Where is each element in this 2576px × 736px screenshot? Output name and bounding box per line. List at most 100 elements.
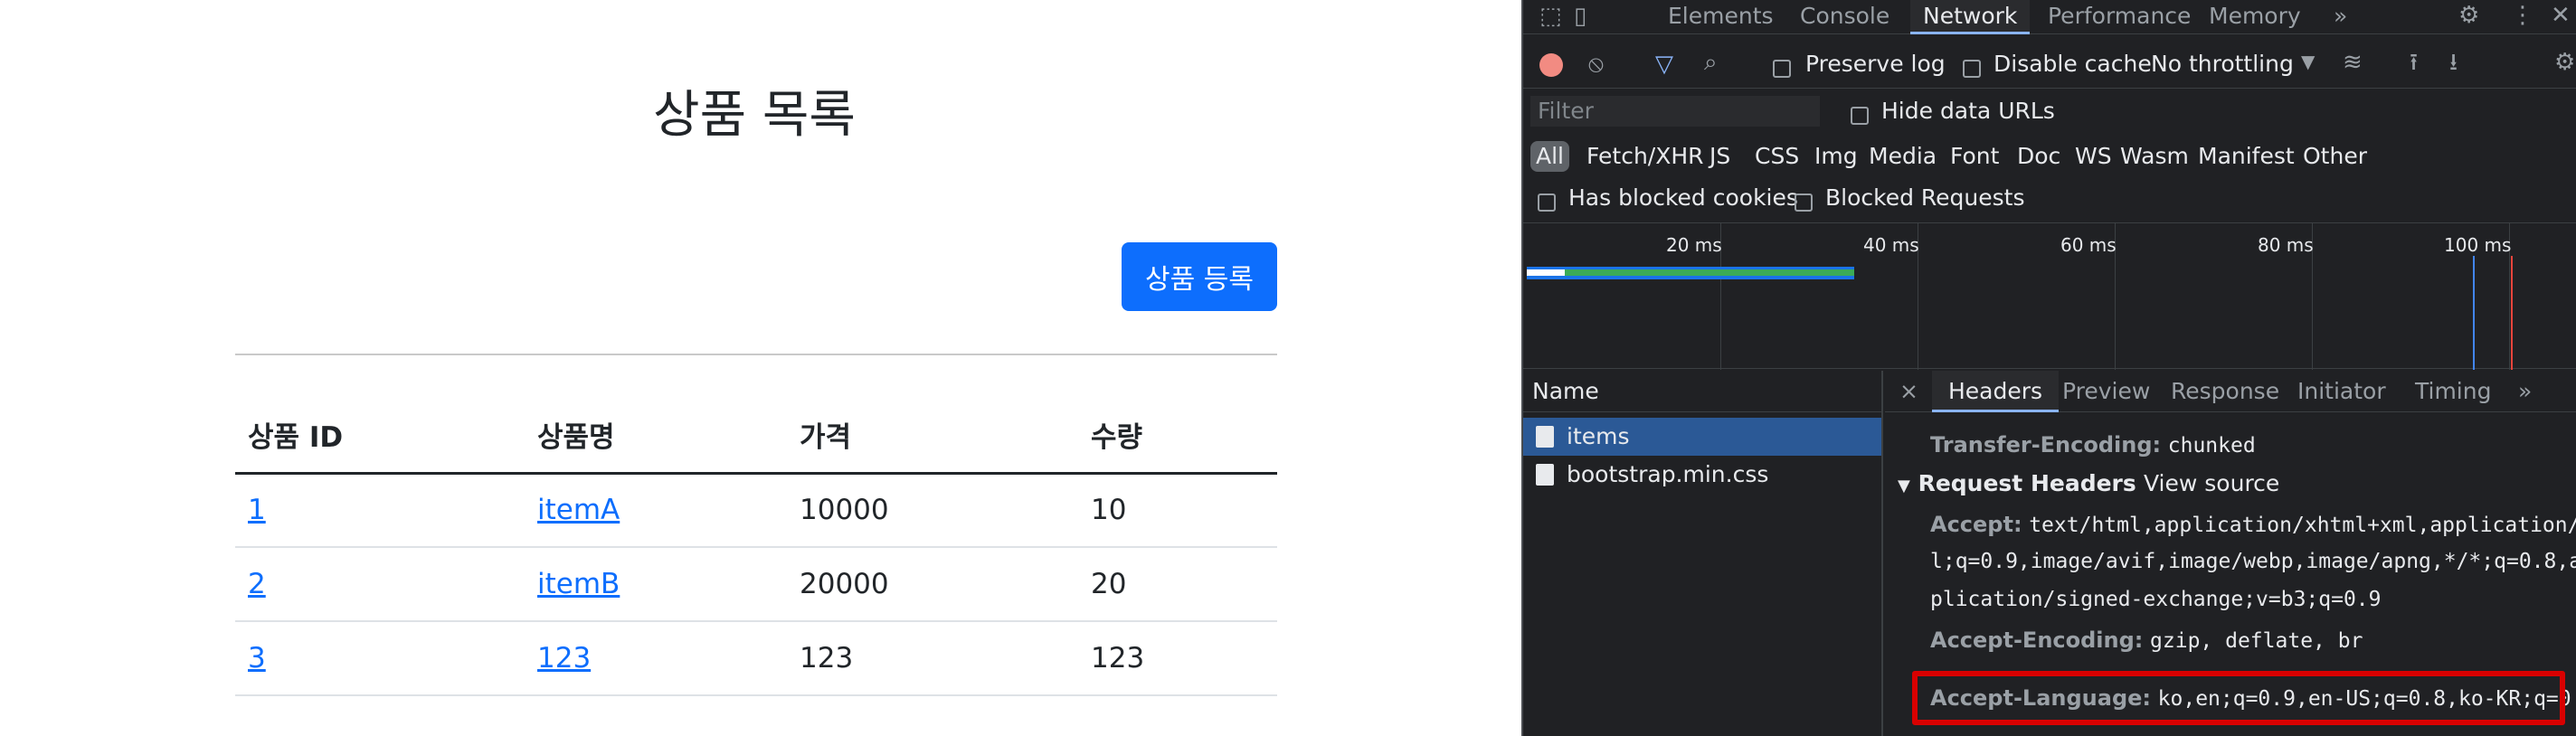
table-row: 1 itemA 10000 10 [235, 473, 1277, 548]
tab-performance[interactable]: Performance [2048, 0, 2191, 34]
table-row: 3 123 123 123 [235, 621, 1277, 696]
tab-response[interactable]: Response [2171, 371, 2279, 412]
request-row-items[interactable]: items [1523, 418, 1881, 456]
table-row: 2 itemB 20000 20 [235, 547, 1277, 622]
product-quantity: 20 [1078, 547, 1277, 622]
network-overview-timeline[interactable]: 20 ms 40 ms 60 ms 80 ms 100 ms [1523, 222, 2576, 370]
more-tabs-icon[interactable]: » [2334, 0, 2347, 34]
product-quantity: 123 [1078, 621, 1277, 696]
request-row-bootstrap[interactable]: bootstrap.min.css [1523, 456, 1881, 494]
tab-console[interactable]: Console [1800, 0, 1889, 34]
timeline-tick: 80 ms [2258, 234, 2314, 256]
hide-data-urls-checkbox[interactable] [1851, 101, 1869, 127]
divider [235, 354, 1277, 355]
type-filter-js[interactable]: JS [1709, 141, 1730, 172]
timeline-tick: 20 ms [1666, 234, 1722, 256]
table-header-row: 상품 ID 상품명 가격 수량 [235, 398, 1277, 475]
highlight-annotation-box [1912, 671, 2565, 725]
section-title: Request Headers [1918, 470, 2136, 496]
product-name-link[interactable]: itemA [537, 494, 620, 526]
view-source-link[interactable]: View source [2144, 470, 2279, 496]
product-table: 상품 ID 상품명 가격 수량 1 itemA 10000 10 2 itemB… [235, 398, 1277, 696]
header-value: text/html,application/xhtml+xml,applicat… [2029, 514, 2576, 537]
product-id-link[interactable]: 3 [248, 642, 266, 675]
devtools-panel: ⬚ ▯ Elements Console Network Performance… [1521, 0, 2576, 736]
has-blocked-cookies-checkbox[interactable] [1538, 188, 1556, 214]
page-title: 상품 목록 [653, 86, 856, 145]
preserve-log-checkbox[interactable] [1773, 54, 1791, 80]
type-filter-all[interactable]: All [1530, 141, 1569, 172]
product-name-link[interactable]: 123 [537, 642, 591, 675]
more-options-icon[interactable]: ⋮ [2511, 4, 2534, 27]
request-bar-download [1527, 269, 1854, 276]
type-filter-ws[interactable]: WS [2075, 141, 2112, 172]
header-value: gzip, deflate, br [2150, 629, 2363, 653]
more-detail-tabs-icon[interactable]: » [2518, 371, 2532, 412]
tab-preview[interactable]: Preview [2062, 371, 2150, 412]
header-value: chunked [2167, 434, 2256, 458]
chevron-down-icon: ▼ [2301, 51, 2316, 72]
column-header-quantity: 수량 [1078, 398, 1277, 475]
request-headers-section[interactable]: ▼ Request Headers [1898, 470, 2136, 496]
filter-icon[interactable]: ▽ [1655, 52, 1673, 76]
register-product-button[interactable]: 상품 등록 [1122, 242, 1277, 311]
gear-icon[interactable]: ⚙ [2458, 4, 2479, 27]
type-filter-wasm[interactable]: Wasm [2120, 141, 2189, 172]
has-blocked-cookies-label: Has blocked cookies [1568, 184, 1798, 211]
type-filter-css[interactable]: CSS [1755, 141, 1799, 172]
blocked-filters: Has blocked cookies Blocked Requests [1523, 177, 2576, 221]
column-header-id: 상품 ID [235, 398, 525, 475]
dom-content-loaded-marker [2473, 256, 2475, 370]
tab-memory[interactable]: Memory [2209, 0, 2301, 34]
clear-icon[interactable]: ⦸ [1588, 52, 1604, 76]
type-filter-doc[interactable]: Doc [2017, 141, 2060, 172]
tab-headers[interactable]: Headers [1932, 371, 2060, 412]
request-name: items [1567, 423, 1630, 449]
type-filter-media[interactable]: Media [1869, 141, 1937, 172]
hide-data-urls-label: Hide data URLs [1881, 98, 2055, 124]
detail-tab-bar: × Headers Preview Response Initiator Tim… [1885, 371, 2576, 412]
export-har-icon[interactable]: ⭳ [2449, 51, 2458, 74]
device-toolbar-icon[interactable]: ▯ [1574, 5, 1586, 28]
type-filter-other[interactable]: Other [2303, 141, 2367, 172]
name-column-header[interactable]: Name [1523, 371, 1883, 412]
header-accept-encoding: Accept-Encoding: gzip, deflate, br [1930, 627, 2363, 653]
type-filter-img[interactable]: Img [1814, 141, 1858, 172]
network-settings-icon[interactable]: ⚙ [2554, 51, 2575, 74]
request-name: bootstrap.min.css [1567, 461, 1769, 487]
search-icon[interactable]: ⌕ [1704, 51, 1718, 74]
disable-cache-label: Disable cache [1994, 51, 2152, 77]
inspect-element-icon[interactable]: ⬚ [1539, 5, 1562, 28]
type-filter-fetch-xhr[interactable]: Fetch/XHR [1586, 141, 1704, 172]
filter-input[interactable]: Filter [1530, 96, 1820, 127]
header-key: Accept-Encoding: [1930, 627, 2144, 653]
type-filter-font[interactable]: Font [1950, 141, 1999, 172]
tab-initiator[interactable]: Initiator [2297, 371, 2386, 412]
close-icon[interactable]: ✕ [2551, 4, 2571, 27]
import-har-icon[interactable]: ⭱ [2410, 51, 2418, 74]
disable-cache-checkbox[interactable] [1963, 54, 1981, 80]
request-bar-start [1527, 269, 1565, 276]
product-id-link[interactable]: 1 [248, 494, 266, 526]
blocked-requests-checkbox[interactable] [1795, 188, 1813, 214]
header-key: Transfer-Encoding: [1930, 432, 2162, 458]
type-filter-manifest[interactable]: Manifest [2198, 141, 2295, 172]
column-header-price: 가격 [787, 398, 1078, 475]
timeline-tick: 100 ms [2444, 234, 2512, 256]
document-icon [1536, 464, 1554, 486]
throttling-select[interactable]: No throttling [2151, 51, 2294, 77]
close-detail-icon[interactable]: × [1899, 371, 1918, 412]
product-id-link[interactable]: 2 [248, 568, 266, 600]
load-event-marker [2511, 256, 2513, 370]
product-price: 123 [787, 621, 1078, 696]
blocked-requests-label: Blocked Requests [1825, 184, 2025, 211]
tab-elements[interactable]: Elements [1668, 0, 1774, 34]
header-value-continued: plication/signed-exchange;v=b3;q=0.9 [1930, 588, 2382, 611]
tab-network[interactable]: Network [1910, 0, 2031, 34]
network-conditions-icon[interactable]: ≋ [2343, 51, 2363, 74]
tab-timing[interactable]: Timing [2415, 371, 2491, 412]
page-content: 상품 목록 상품 등록 상품 ID 상품명 가격 수량 1 itemA 1000… [0, 0, 1521, 736]
header-key: Accept: [1930, 512, 2022, 537]
record-icon[interactable] [1539, 53, 1563, 77]
product-name-link[interactable]: itemB [537, 568, 620, 600]
